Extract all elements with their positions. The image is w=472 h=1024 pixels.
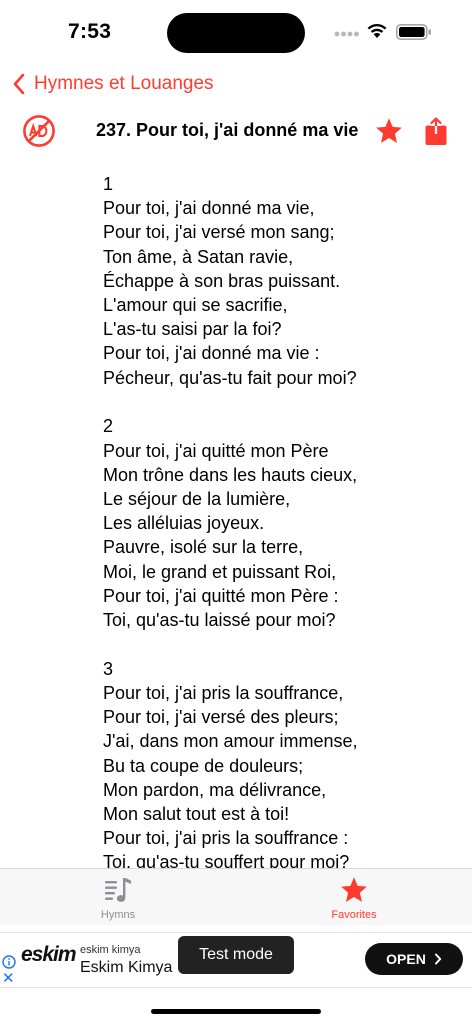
advertiser-subtitle: eskim kimya	[80, 944, 141, 956]
verse-number: 2	[103, 416, 114, 437]
verse-line: Moi, le grand et puissant Roi,	[103, 561, 337, 582]
tab-bar: Hymns Favorites	[0, 868, 472, 925]
verse-line: Échappe à son bras puissant.	[103, 270, 341, 291]
ad-info-icon[interactable]	[2, 955, 16, 969]
verse-line: Pour toi, j'ai donné ma vie,	[103, 198, 315, 219]
verse-line: Le séjour de la lumière,	[103, 489, 291, 510]
status-bar: 7:53	[0, 0, 472, 62]
star-icon	[341, 877, 367, 902]
verse-line: L'as-tu saisi par la foi?	[103, 319, 282, 340]
verse-line: Pauvre, isolé sur la terre,	[103, 537, 304, 558]
verse-number: 1	[103, 174, 114, 194]
status-time: 7:53	[68, 20, 112, 43]
star-icon	[376, 118, 402, 143]
dynamic-island	[167, 13, 305, 53]
tab-favorites[interactable]: Favorites	[294, 869, 414, 925]
verse-line: Mon pardon, ma délivrance,	[103, 779, 327, 800]
wifi-icon	[367, 23, 387, 38]
test-mode-badge: Test mode	[178, 936, 294, 974]
verse: 3 Pour toi, j'ai pris la souffrance, Pour …	[103, 657, 463, 868]
ad-open-button[interactable]: OPEN	[365, 943, 463, 975]
ad-open-label: OPEN	[386, 951, 426, 967]
advertiser-logo: eskim	[21, 943, 77, 966]
verse-line: Toi, qu'as-tu laissé pour moi?	[103, 610, 336, 631]
hymn-lyrics: 1 Pour toi, j'ai donné ma vie, Pour toi, j…	[103, 172, 463, 868]
back-button[interactable]: Hymnes et Louanges	[12, 68, 214, 100]
verse-line: Pour toi, j'ai versé mon sang;	[103, 222, 335, 243]
battery-icon	[396, 24, 431, 40]
ad-close-icon[interactable]: ✕	[2, 969, 15, 987]
share-icon	[425, 117, 447, 145]
verse: 1 Pour toi, j'ai donné ma vie, Pour toi, j…	[103, 172, 463, 390]
back-label: Hymnes et Louanges	[34, 73, 214, 94]
verse-number: 3	[103, 658, 114, 679]
hymn-title: 237. Pour toi, j'ai donné ma vie	[96, 120, 359, 140]
remove-ads-button[interactable]	[22, 114, 56, 148]
share-button[interactable]	[424, 116, 448, 151]
verse-line: Pour toi, j'ai pris la souffrance :	[103, 828, 349, 849]
verse-line: Toi, qu'as-tu souffert pour moi?	[103, 852, 350, 868]
verse-line: Pour toi, j'ai quitté mon Père	[103, 440, 329, 461]
ad-banner[interactable]: ✕ eskim eskim kimya Eskim Kimya Test mod…	[0, 932, 472, 988]
verse-line: Pour toi, j'ai pris la souffrance,	[103, 683, 344, 704]
verse-line: Pour toi, j'ai versé des pleurs;	[103, 707, 339, 728]
advertiser-name: Eskim Kimya	[80, 959, 173, 976]
verse-line: J'ai, dans mon amour immense,	[103, 731, 358, 752]
chevron-left-icon	[13, 73, 25, 95]
music-note-list-icon	[105, 878, 131, 902]
verse-line: Ton âme, à Satan ravie,	[103, 246, 294, 267]
verse-line: Les alléluias joyeux.	[103, 513, 265, 534]
home-indicator	[151, 1009, 321, 1014]
verse-line: Pécheur, qu'as-tu fait pour moi?	[103, 367, 357, 388]
verse: 2 Pour toi, j'ai quitté mon Père Mon trône…	[103, 414, 463, 632]
no-ads-icon	[23, 115, 55, 147]
chevron-right-icon	[434, 953, 442, 965]
verse-line: L'amour qui se sacrifie,	[103, 295, 288, 316]
favorite-button[interactable]	[374, 116, 404, 151]
tab-favorites-label: Favorites	[331, 909, 377, 921]
verse-line: Mon salut tout est à toi!	[103, 804, 290, 825]
verse-line: Pour toi, j'ai quitté mon Père :	[103, 585, 339, 606]
cellular-signal-icon	[334, 31, 359, 37]
tab-hymns-label: Hymns	[100, 909, 136, 921]
verse-line: Bu ta coupe de douleurs;	[103, 755, 304, 776]
tab-hymns[interactable]: Hymns	[58, 869, 178, 925]
verse-line: Mon trône dans les hauts cieux,	[103, 464, 358, 485]
verse-line: Pour toi, j'ai donné ma vie :	[103, 343, 320, 364]
